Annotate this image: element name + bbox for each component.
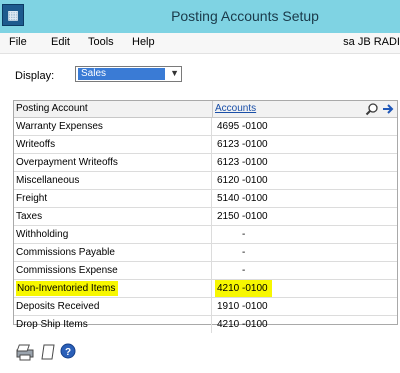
printer-icon[interactable] [15,343,37,361]
account-number[interactable]: - [213,244,397,261]
account-number[interactable]: 4695 -0100 [213,118,397,135]
table-row[interactable]: Taxes 2150 -0100 [14,208,397,226]
posting-account-name: Overpayment Writeoffs [14,154,212,171]
posting-account-name: Drop Ship Items [14,316,212,333]
header-posting-account: Posting Account [16,103,88,114]
table-row[interactable]: Drop Ship Items 4210 -0100 [14,316,397,333]
posting-account-name-highlighted: Non-Inventoried Items [14,280,212,297]
account-number-highlighted[interactable]: 4210 -0100 [213,280,397,297]
table-row[interactable]: Miscellaneous 6120 -0100 [14,172,397,190]
display-dropdown[interactable]: Sales ▼ [75,66,182,82]
note-icon[interactable] [40,343,56,361]
posting-accounts-grid: Posting Account Accounts Warranty Expens… [13,100,398,333]
highlight-name: Non-Inventoried Items [16,281,119,296]
posting-account-name: Writeoffs [14,136,212,153]
menu-bar: File Edit Tools Help sa JB RADI [0,33,400,54]
arrow-right-icon[interactable] [381,102,395,116]
user-company-indicator[interactable]: sa JB RADI [343,36,400,48]
account-number[interactable]: 5140 -0100 [213,190,397,207]
magnifier-icon[interactable] [365,102,379,116]
account-number[interactable]: 6123 -0100 [213,136,397,153]
menu-help[interactable]: Help [132,36,155,48]
table-row[interactable]: Commissions Payable - [14,244,397,262]
svg-text:?: ? [65,347,71,358]
help-icon[interactable]: ? [60,343,76,359]
header-icons [365,101,395,117]
title-bar: ▦ Posting Accounts Setup [0,0,400,33]
header-accounts-link[interactable]: Accounts [215,103,256,114]
window-title: Posting Accounts Setup [171,8,319,24]
menu-edit[interactable]: Edit [51,36,70,48]
posting-account-name: Taxes [14,208,212,225]
display-label: Display: [15,70,55,82]
account-number[interactable]: 6120 -0100 [213,172,397,189]
account-number[interactable]: 6123 -0100 [213,154,397,171]
account-number[interactable]: - [213,226,397,243]
highlight-account: 4210 -0100 [215,280,272,297]
toolbar-spacer [0,54,400,62]
table-row[interactable]: Withholding - [14,226,397,244]
account-number[interactable]: - [213,262,397,279]
account-number[interactable]: 4210 -0100 [213,316,397,333]
posting-account-name: Withholding [14,226,212,243]
table-row[interactable]: Freight 5140 -0100 [14,190,397,208]
menu-tools[interactable]: Tools [88,36,114,48]
posting-account-name: Commissions Payable [14,244,212,261]
posting-account-name: Deposits Received [14,298,212,315]
table-row[interactable]: Commissions Expense - [14,262,397,280]
menu-file[interactable]: File [9,36,27,48]
table-row[interactable]: Deposits Received 1910 -0100 [14,298,397,316]
header-separator [212,101,213,117]
posting-account-name: Miscellaneous [14,172,212,189]
chevron-down-icon[interactable]: ▼ [170,68,179,78]
table-row[interactable]: Writeoffs 6123 -0100 [14,136,397,154]
account-number[interactable]: 1910 -0100 [213,298,397,315]
posting-account-name: Warranty Expenses [14,118,212,135]
account-number[interactable]: 2150 -0100 [213,208,397,225]
table-row[interactable]: Non-Inventoried Items 4210 -0100 [14,280,397,298]
table-row[interactable]: Warranty Expenses 4695 -0100 [14,118,397,136]
posting-account-name: Commissions Expense [14,262,212,279]
grid-header: Posting Account Accounts [14,101,397,118]
table-row[interactable]: Overpayment Writeoffs 6123 -0100 [14,154,397,172]
display-selected-value: Sales [77,67,166,81]
window-footer: ? [0,333,400,373]
posting-account-name: Freight [14,190,212,207]
